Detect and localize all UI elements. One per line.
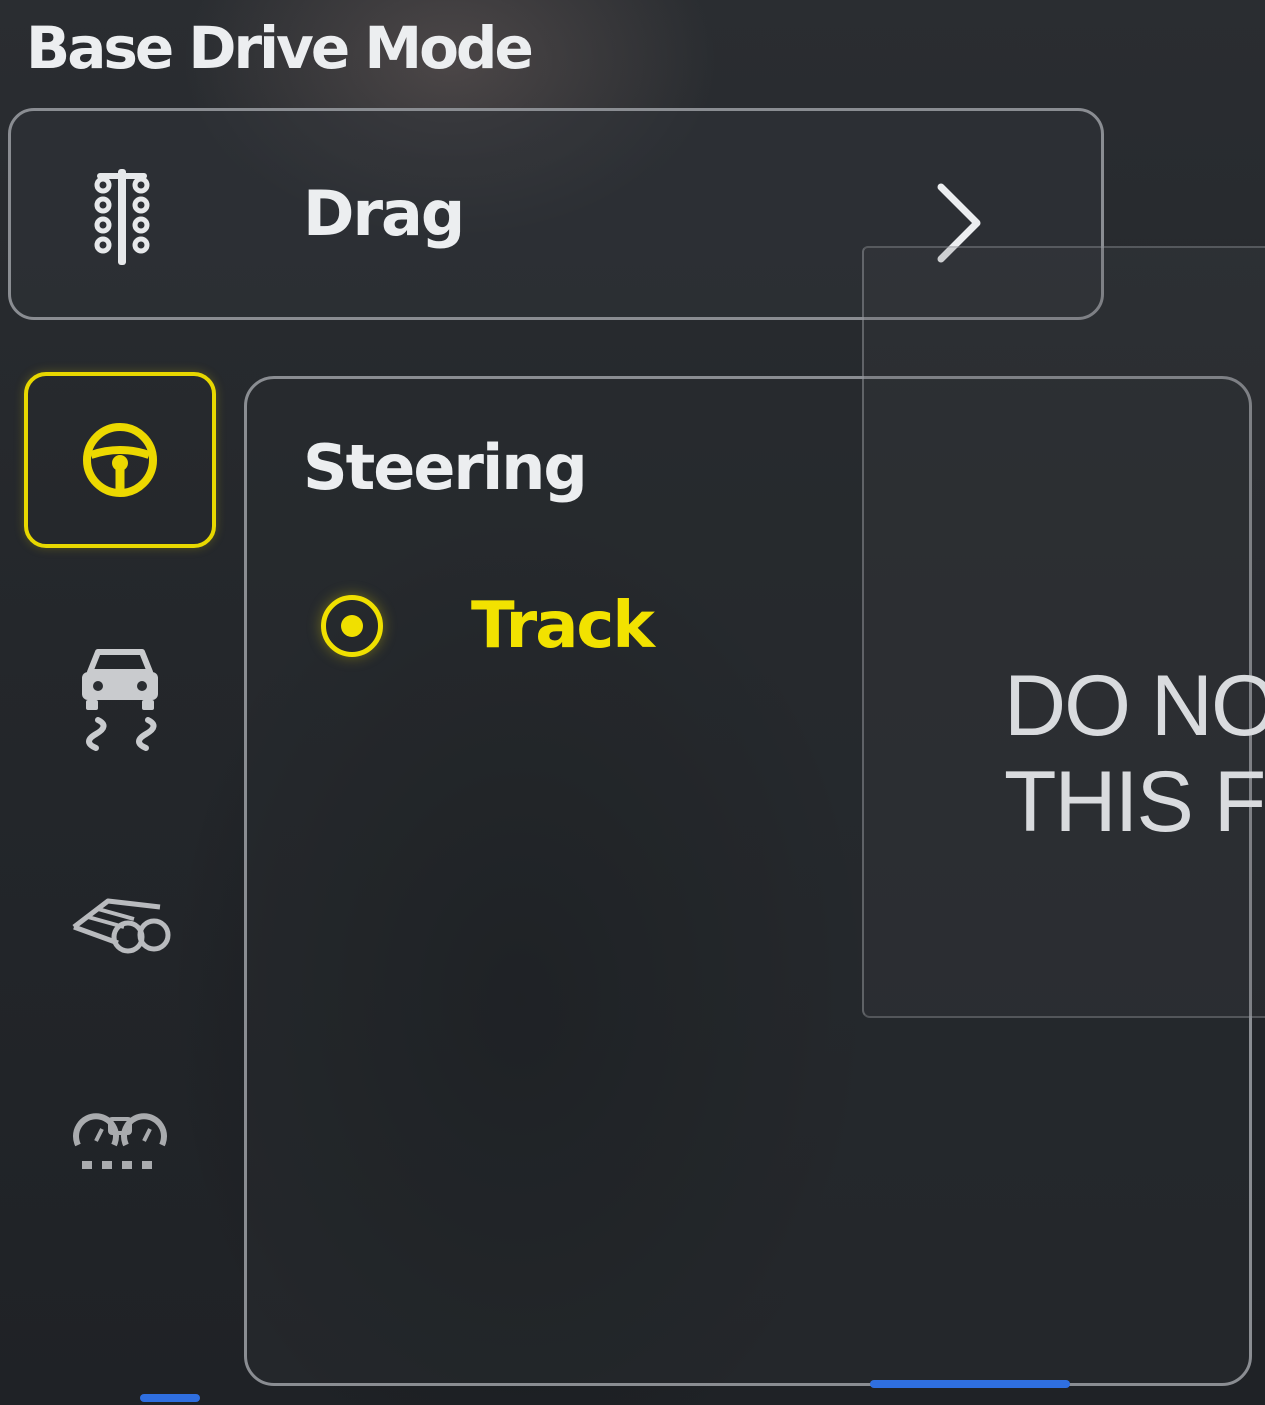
page-title: Base Drive Mode bbox=[26, 14, 534, 82]
steering-option-track[interactable]: Track bbox=[317, 579, 677, 689]
bottom-accent-strip bbox=[870, 1380, 1070, 1388]
option-label: Track bbox=[471, 589, 655, 663]
drive-mode-selector-button[interactable]: Drag bbox=[8, 108, 1104, 320]
nav-traction-button[interactable] bbox=[24, 610, 216, 786]
steering-panel: Steering Track bbox=[244, 376, 1252, 1386]
side-nav bbox=[0, 360, 240, 1260]
bottom-accent-strip-left bbox=[140, 1394, 200, 1402]
chevron-right-icon bbox=[929, 181, 985, 265]
drag-tree-icon bbox=[89, 169, 155, 265]
radio-selected-icon bbox=[321, 595, 383, 657]
panel-heading: Steering bbox=[303, 431, 588, 504]
nav-steering-button[interactable] bbox=[24, 372, 216, 548]
nav-gauges-button[interactable] bbox=[24, 1054, 216, 1230]
drive-mode-label: Drag bbox=[303, 177, 465, 250]
radio-dot bbox=[341, 615, 363, 637]
nav-exhaust-button[interactable] bbox=[24, 838, 216, 1014]
